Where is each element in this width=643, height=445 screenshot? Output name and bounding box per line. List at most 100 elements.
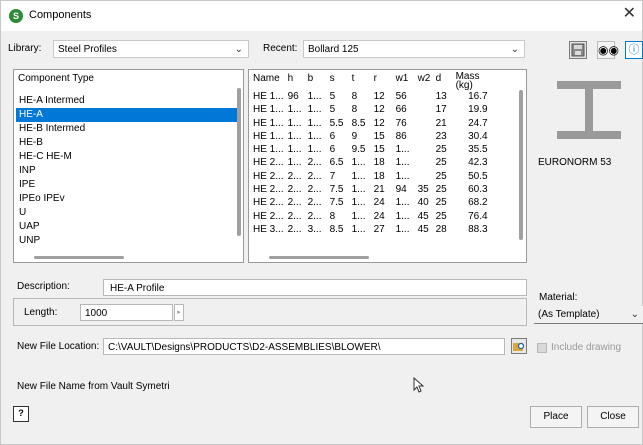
table-row[interactable]: HE 1... 96 1... 5 8 12 56 13 16.7 bbox=[251, 90, 490, 103]
table-row[interactable]: HE 2... 2... 2... 7.5 1... 24 1... 40 25 68.2 bbox=[251, 196, 490, 209]
list-item[interactable]: HE-C HE-M bbox=[16, 150, 241, 164]
file-location-label: New File Location: bbox=[17, 341, 100, 352]
table-cell: 16.7 bbox=[468, 91, 488, 102]
table-cell: 94 bbox=[395, 184, 407, 196]
folder-search-icon bbox=[513, 342, 525, 351]
table-cell: 6 bbox=[329, 144, 336, 156]
column-header[interactable]: Mass (kg) bbox=[454, 72, 490, 90]
table-cell: 96 bbox=[287, 91, 299, 102]
column-header[interactable]: t bbox=[350, 72, 372, 90]
table-cell: 2... bbox=[307, 157, 322, 169]
column-header[interactable]: w1 bbox=[394, 72, 416, 90]
column-header[interactable]: d bbox=[434, 72, 454, 90]
column-header[interactable]: b bbox=[306, 72, 328, 90]
component-type-header: Component Type bbox=[18, 73, 94, 84]
table-cell: 5 bbox=[329, 91, 336, 102]
table-cell bbox=[416, 156, 434, 169]
profile-table[interactable]: Name h b s t r w1 w2 d Mass (kg) HE 1...… bbox=[248, 69, 527, 263]
include-drawing-checkbox[interactable] bbox=[537, 343, 547, 353]
i-beam-icon bbox=[557, 81, 621, 139]
table-cell: 5.5 bbox=[329, 117, 344, 129]
table-cell: 12 bbox=[373, 91, 385, 102]
vertical-scrollbar[interactable] bbox=[519, 90, 523, 240]
table-cell: HE 2... bbox=[253, 210, 284, 222]
table-cell: 35 bbox=[417, 184, 429, 196]
table-cell: 86 bbox=[395, 130, 407, 142]
table-cell: HE 2... bbox=[253, 170, 284, 182]
horizontal-scrollbar[interactable] bbox=[34, 256, 124, 259]
table-cell bbox=[416, 90, 434, 103]
list-item[interactable]: HE-B bbox=[16, 136, 241, 150]
info-button[interactable]: ⓘ bbox=[625, 41, 643, 59]
recent-dropdown[interactable]: Bollard 125 ⌄ bbox=[303, 40, 525, 58]
close-button[interactable]: Close bbox=[587, 406, 639, 428]
length-expand-button[interactable]: ▸ bbox=[174, 304, 184, 321]
table-cell bbox=[416, 170, 434, 183]
table-row[interactable]: HE 2... 2... 2... 7.5 1... 21 94 35 25 60.3 bbox=[251, 183, 490, 196]
find-button[interactable]: ◉◉ bbox=[597, 41, 619, 59]
help-button[interactable]: ? bbox=[13, 406, 29, 422]
table-row[interactable]: HE 2... 1... 2... 6.5 1... 18 1... 25 42.3 bbox=[251, 156, 490, 169]
table-cell: 12 bbox=[373, 117, 385, 129]
list-item[interactable]: IPE bbox=[16, 178, 241, 192]
table-cell: 1... bbox=[287, 130, 302, 142]
table-cell: 18 bbox=[373, 157, 385, 169]
description-field[interactable]: HE-A Profile bbox=[103, 279, 527, 296]
save-button[interactable] bbox=[569, 41, 587, 59]
column-header[interactable]: h bbox=[286, 72, 306, 90]
table-cell: 30.4 bbox=[468, 130, 488, 142]
table-row[interactable]: HE 1... 1... 1... 5 8 12 66 17 19.9 bbox=[251, 103, 490, 116]
table-row[interactable]: HE 1... 1... 1... 6 9.5 15 1... 25 35.5 bbox=[251, 143, 490, 156]
list-item[interactable]: HE-B Intermed bbox=[16, 122, 241, 136]
table-row[interactable]: HE 1... 1... 1... 5.5 8.5 12 76 21 24.7 bbox=[251, 117, 490, 130]
window-title: Components bbox=[29, 9, 92, 21]
material-dropdown[interactable]: (As Template) ⌄ bbox=[534, 306, 643, 324]
table-cell: 2... bbox=[307, 210, 322, 222]
list-item[interactable]: IPEo IPEv bbox=[16, 192, 241, 206]
file-location-field[interactable]: C:\VAULT\Designs\PRODUCTS\D2-ASSEMBLIES\… bbox=[103, 338, 505, 355]
table-cell: 2... bbox=[287, 210, 302, 222]
list-item[interactable]: UAP bbox=[16, 220, 241, 234]
column-header[interactable]: r bbox=[372, 72, 394, 90]
standard-label: EURONORM 53 bbox=[538, 157, 612, 168]
table-cell: 1... bbox=[307, 130, 322, 142]
table-cell: 1... bbox=[307, 91, 322, 102]
table-cell: 1... bbox=[395, 210, 410, 222]
column-header[interactable]: w2 bbox=[416, 72, 434, 90]
app-logo-icon: S bbox=[9, 9, 23, 23]
horizontal-scrollbar[interactable] bbox=[269, 256, 369, 259]
table-cell bbox=[416, 117, 434, 130]
table-row[interactable]: HE 2... 2... 2... 8 1... 24 1... 45 25 76.4 bbox=[251, 210, 490, 223]
chevron-down-icon: ⌄ bbox=[630, 309, 639, 320]
table-row[interactable]: HE 2... 2... 2... 7 1... 18 1... 25 50.5 bbox=[251, 170, 490, 183]
list-item[interactable]: HE-A bbox=[16, 108, 241, 122]
component-type-list[interactable]: Component Type HE-A Intermed HE-A HE-B I… bbox=[13, 69, 244, 263]
table-cell: HE 1... bbox=[253, 117, 284, 129]
table-cell: 40 bbox=[417, 197, 429, 209]
table-cell: 8.5 bbox=[329, 223, 344, 235]
table-cell: 66 bbox=[395, 104, 407, 116]
column-header[interactable]: s bbox=[328, 72, 350, 90]
vertical-scrollbar[interactable] bbox=[237, 88, 241, 236]
browse-folder-button[interactable] bbox=[511, 338, 527, 354]
table-cell: 17 bbox=[435, 104, 447, 116]
table-cell: 7 bbox=[329, 170, 336, 182]
close-window-button[interactable]: ✕ bbox=[623, 6, 636, 22]
table-cell: 21 bbox=[373, 184, 385, 196]
table-cell: 27 bbox=[373, 223, 385, 235]
table-row[interactable]: HE 1... 1... 1... 6 9 15 86 23 30.4 bbox=[251, 130, 490, 143]
list-item[interactable]: INP bbox=[16, 164, 241, 178]
list-item[interactable]: HE-A Intermed bbox=[16, 94, 241, 108]
list-item[interactable]: UNP bbox=[16, 234, 241, 248]
library-dropdown[interactable]: Steel Profiles ⌄ bbox=[53, 40, 249, 58]
list-item[interactable]: U bbox=[16, 206, 241, 220]
table-cell: 25 bbox=[435, 170, 447, 182]
column-header[interactable]: Name bbox=[251, 72, 286, 90]
length-field[interactable]: 1000 bbox=[80, 304, 173, 321]
table-cell: 2... bbox=[287, 223, 302, 235]
table-cell: HE 1... bbox=[253, 91, 284, 102]
table-cell: 25 bbox=[435, 184, 447, 196]
place-button[interactable]: Place bbox=[530, 406, 582, 428]
table-row[interactable]: HE 3... 2... 3... 8.5 1... 27 1... 45 28 88.3 bbox=[251, 223, 490, 236]
table-cell: 7.5 bbox=[329, 197, 344, 209]
